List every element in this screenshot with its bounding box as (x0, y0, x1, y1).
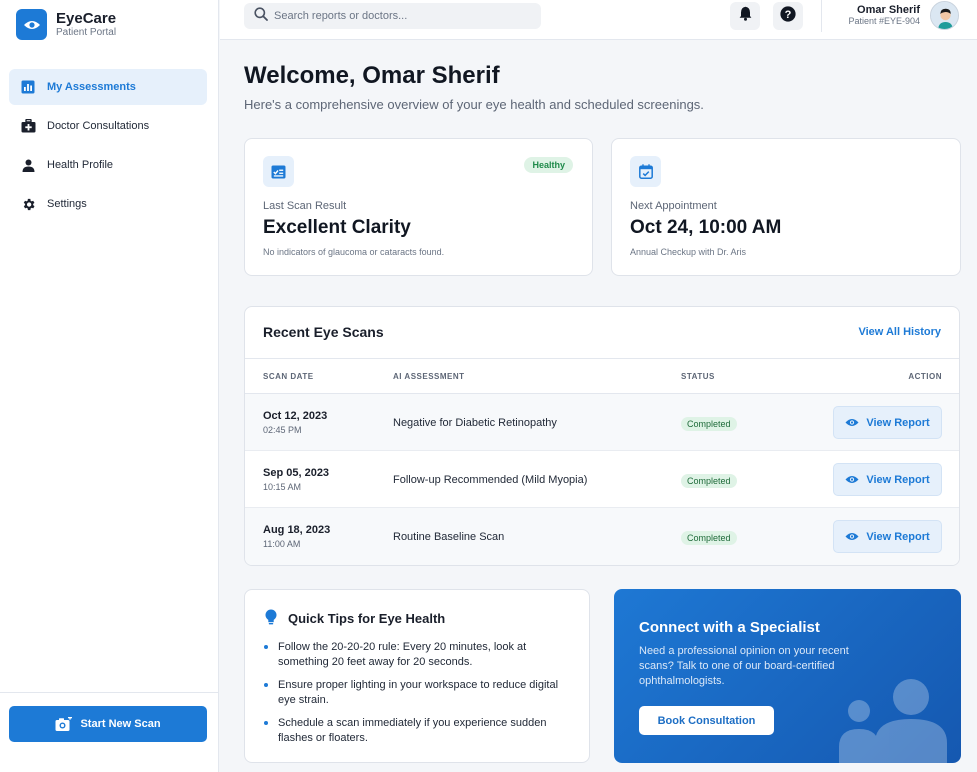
status-badge: Completed (681, 474, 737, 488)
list-item: Follow the 20-20-20 rule: Every 20 minut… (263, 640, 575, 670)
card-label: Last Scan Result (263, 200, 347, 212)
camera-plus-icon (55, 716, 73, 732)
person-icon (20, 157, 36, 173)
sidebar-footer: Start New Scan (0, 692, 219, 772)
sidebar-item-my-assessments[interactable]: My Assessments (9, 69, 207, 105)
brand-name: EyeCare (56, 10, 117, 27)
card-note: No indicators of glaucoma or cataracts f… (263, 247, 445, 257)
user-name: Omar Sherif (857, 4, 920, 16)
section-title: Connect with a Specialist (639, 619, 820, 636)
specialist-card: Connect with a Specialist Need a profess… (614, 589, 961, 763)
page-title: Welcome, Omar Sherif (244, 62, 500, 89)
sidebar-item-label: My Assessments (47, 81, 136, 93)
table-header: SCAN DATE AI ASSESSMENT STATUS ACTION (245, 358, 959, 394)
view-report-button[interactable]: View Report (833, 463, 942, 496)
brand[interactable]: EyeCare Patient Portal (16, 9, 116, 40)
calendar-check-icon (630, 156, 661, 187)
sidebar-item-doctor-consultations[interactable]: Doctor Consultations (9, 108, 207, 144)
scan-date: Sep 05, 2023 (263, 467, 330, 479)
column-header-action: ACTION (908, 372, 942, 381)
column-header-status: STATUS (681, 372, 715, 381)
table-row: Aug 18, 2023 11:00 AM Routine Baseline S… (245, 508, 959, 565)
scan-report-icon (263, 156, 294, 187)
table-row: Sep 05, 2023 10:15 AM Follow-up Recommen… (245, 451, 959, 508)
section-title: Quick Tips for Eye Health (288, 611, 446, 626)
avatar[interactable] (930, 1, 959, 30)
ai-assessment: Negative for Diabetic Retinopathy (393, 417, 557, 429)
tip-text: Follow the 20-20-20 rule: Every 20 minut… (278, 641, 527, 668)
view-report-label: View Report (866, 530, 930, 543)
search-box[interactable] (244, 3, 541, 29)
view-report-label: View Report (866, 473, 930, 486)
tips-list: Follow the 20-20-20 rule: Every 20 minut… (263, 640, 575, 754)
view-report-label: View Report (866, 416, 930, 429)
scan-time: 02:45 PM (263, 425, 302, 435)
brand-subtitle: Patient Portal (56, 27, 117, 38)
card-value: Excellent Clarity (263, 217, 411, 238)
start-new-scan-button[interactable]: Start New Scan (9, 706, 207, 742)
bar-chart-icon (20, 79, 36, 95)
search-input[interactable] (274, 10, 534, 22)
table-row: Oct 12, 2023 02:45 PM Negative for Diabe… (245, 394, 959, 451)
card-value: Oct 24, 10:00 AM (630, 217, 782, 238)
sidebar-nav: My Assessments Doctor Consultations Heal… (9, 69, 207, 225)
tip-text: Schedule a scan immediately if you exper… (278, 717, 547, 744)
svg-text:?: ? (785, 9, 792, 21)
view-report-button[interactable]: View Report (833, 520, 942, 553)
user-menu[interactable]: Omar Sherif Patient #EYE-904 (821, 0, 977, 32)
scan-date: Aug 18, 2023 (263, 524, 331, 536)
sidebar: EyeCare Patient Portal My Assessments Do… (0, 0, 219, 772)
page-subtitle: Here's a comprehensive overview of your … (244, 97, 704, 112)
sidebar-item-label: Health Profile (47, 159, 114, 171)
patient-id: Patient #EYE-904 (848, 16, 920, 26)
scan-date: Oct 12, 2023 (263, 410, 328, 422)
last-scan-card: Healthy Last Scan Result Excellent Clari… (244, 138, 593, 276)
view-report-button[interactable]: View Report (833, 406, 942, 439)
eye-logo-icon (16, 9, 47, 40)
sidebar-item-label: Doctor Consultations (47, 120, 150, 132)
sidebar-item-health-profile[interactable]: Health Profile (9, 147, 207, 183)
eye-icon (845, 418, 859, 427)
people-group-icon (839, 677, 959, 763)
scan-time: 11:00 AM (263, 539, 301, 549)
bell-icon (739, 6, 752, 26)
scan-time: 10:15 AM (263, 482, 302, 492)
status-badge: Completed (681, 417, 737, 431)
tip-text: Ensure proper lighting in your workspace… (278, 679, 559, 706)
next-appointment-card: Next Appointment Oct 24, 10:00 AM Annual… (611, 138, 961, 276)
ai-assessment: Follow-up Recommended (Mild Myopia) (393, 474, 588, 486)
book-consultation-button[interactable]: Book Consultation (639, 706, 774, 735)
help-icon: ? (780, 5, 796, 27)
card-label: Next Appointment (630, 200, 717, 212)
eye-icon (845, 532, 859, 541)
quick-tips-card: Quick Tips for Eye Health Follow the 20-… (244, 589, 590, 763)
list-item: Ensure proper lighting in your workspace… (263, 678, 575, 708)
ai-assessment: Routine Baseline Scan (393, 531, 505, 543)
list-item: Schedule a scan immediately if you exper… (263, 716, 575, 746)
bullet (264, 683, 268, 687)
help-button[interactable]: ? (773, 2, 803, 30)
recent-scans-table: Recent Eye Scans View All History SCAN D… (244, 306, 960, 566)
view-all-history-link[interactable]: View All History (858, 326, 941, 338)
sidebar-item-label: Settings (47, 198, 87, 210)
section-title: Recent Eye Scans (263, 324, 384, 340)
medical-bag-icon (20, 118, 36, 134)
sidebar-item-settings[interactable]: Settings (9, 186, 207, 222)
lightbulb-icon (265, 609, 277, 631)
search-icon (254, 6, 268, 26)
start-new-scan-label: Start New Scan (80, 718, 161, 730)
bullet (264, 645, 268, 649)
eye-icon (845, 475, 859, 484)
notifications-button[interactable] (730, 2, 760, 30)
status-badge: Completed (681, 531, 737, 545)
column-header-scan-date: SCAN DATE (263, 372, 314, 381)
status-badge: Healthy (524, 157, 573, 173)
bullet (264, 721, 268, 725)
gear-icon (20, 196, 36, 212)
column-header-ai-assessment: AI ASSESSMENT (393, 372, 465, 381)
card-note: Annual Checkup with Dr. Aris (630, 247, 747, 257)
topbar: ? Omar Sherif Patient #EYE-904 (220, 0, 977, 40)
